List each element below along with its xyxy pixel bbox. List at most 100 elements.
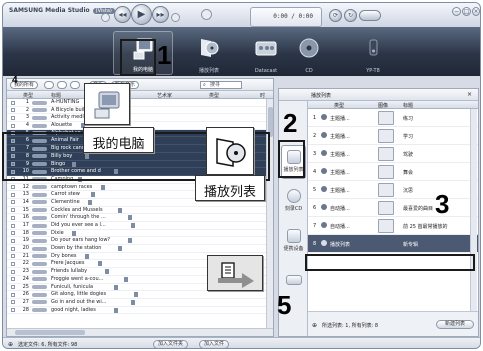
row-checkbox[interactable]: [11, 285, 15, 289]
track-tag-icon: [124, 276, 129, 282]
playlist-row[interactable]: 4 主题播... 舞会: [308, 163, 478, 181]
table-row[interactable]: 2 A Bicycle built: [7, 107, 266, 115]
repeat-icon[interactable]: ↻: [344, 9, 357, 22]
library-panel: 我的所有 音乐 所有音乐 搜寻 ⌕ 类型 标题 艺术家 类型 时 1 A-HUNT…: [6, 78, 274, 337]
table-row[interactable]: 16 Comin' through the ...: [7, 214, 266, 222]
row-number: 18: [22, 229, 29, 236]
column-header[interactable]: 图像: [378, 102, 388, 109]
column-header[interactable]: 类型: [23, 92, 33, 99]
add-folder-button[interactable]: 加入文件夹: [153, 340, 189, 348]
track-tag-icon: [130, 223, 135, 228]
table-row[interactable]: 3 Activity medl: [7, 114, 266, 123]
row-checkbox[interactable]: [11, 308, 15, 313]
row-checkbox[interactable]: [11, 185, 15, 190]
play-icon[interactable]: ▶: [131, 4, 152, 25]
playlist-row[interactable]: 3 主题播... 驾驶: [308, 145, 478, 163]
row-checkbox[interactable]: [11, 108, 15, 113]
row-checkbox[interactable]: [11, 300, 15, 305]
add-file-button[interactable]: 加入文件: [199, 340, 230, 348]
row-checkbox[interactable]: [11, 215, 15, 220]
track-tag-icon: [88, 199, 92, 205]
category-playlist[interactable]: 播放列表: [179, 31, 239, 75]
column-header[interactable]: 类型: [209, 92, 219, 99]
category-cd[interactable]: CD: [279, 31, 339, 75]
search-input[interactable]: 搜寻: [200, 81, 242, 89]
playlist-vertical-scrollbar[interactable]: [470, 109, 477, 311]
track-title: good night, ladies: [51, 306, 96, 313]
playlist-number: 3: [313, 151, 317, 157]
playlist-row[interactable]: 1 主题播... 练习: [308, 109, 478, 127]
minimize-icon[interactable]: −: [452, 7, 461, 16]
row-number: 3: [25, 114, 29, 121]
row-number: 22: [22, 260, 29, 267]
playlist-title: 前 25 首最常播放的: [403, 224, 448, 230]
row-checkbox[interactable]: [11, 115, 15, 120]
playlist-number: 5: [313, 187, 317, 193]
row-checkbox[interactable]: [11, 223, 15, 228]
tab-portable-device[interactable]: 便携设备: [281, 225, 306, 259]
table-row[interactable]: 18 Dixie: [7, 230, 266, 238]
table-row[interactable]: 20 Down by the station: [7, 245, 266, 253]
eq-toggle[interactable]: [359, 10, 381, 21]
table-row[interactable]: 17 Did you ever see a l...: [7, 222, 266, 230]
row-checkbox[interactable]: [11, 246, 15, 251]
album-art-thumbnail: [378, 219, 394, 233]
maximize-icon[interactable]: □: [462, 7, 471, 16]
row-checkbox[interactable]: [11, 269, 15, 274]
row-checkbox[interactable]: [11, 100, 15, 105]
row-checkbox[interactable]: [11, 231, 15, 236]
column-header[interactable]: 艺术家: [157, 92, 172, 99]
previous-icon[interactable]: ◂◂: [114, 6, 131, 23]
column-header[interactable]: 时: [260, 92, 265, 99]
format-badge: [32, 238, 47, 243]
volume-icon[interactable]: [201, 9, 212, 20]
track-tag-icon: [91, 192, 96, 198]
playlist-type-icon: [321, 168, 327, 174]
time-readout: 0:00 / 0:00: [273, 13, 313, 20]
next-icon[interactable]: ▸▸: [152, 6, 169, 23]
table-row[interactable]: 19 Do your ears hang low?: [7, 237, 266, 246]
row-checkbox[interactable]: [11, 254, 15, 259]
playlist-row[interactable]: 2 主题播... 学习: [308, 127, 478, 145]
table-row[interactable]: 27 Go in and out the wi...: [7, 299, 266, 307]
video-icon[interactable]: [57, 81, 67, 89]
row-checkbox[interactable]: [11, 200, 15, 205]
column-header[interactable]: 标题: [403, 102, 413, 109]
row-checkbox[interactable]: [11, 192, 15, 197]
table-row[interactable]: 15 Cockles and Mussels: [7, 207, 266, 215]
table-row[interactable]: 28 good night, ladies: [7, 307, 266, 315]
row-checkbox[interactable]: [11, 208, 15, 213]
column-header[interactable]: 标题: [51, 92, 61, 99]
track-tag-icon: [130, 299, 135, 305]
mini-button-right[interactable]: [171, 13, 180, 22]
playlist-row[interactable]: 6 自动播... 最喜爱的曲目: [308, 199, 478, 217]
row-number: 2: [25, 106, 29, 113]
playlist-row[interactable]: 8 播放列表 新专辑: [308, 235, 478, 253]
column-header[interactable]: 类型: [334, 102, 344, 109]
row-checkbox[interactable]: [11, 277, 15, 282]
playlist-row[interactable]: 5 主题播... 沉思: [308, 181, 478, 199]
scroll-thumb[interactable]: [15, 330, 85, 335]
category-device[interactable]: YP-T8: [343, 31, 403, 75]
album-art-thumbnail: [378, 111, 394, 125]
row-checkbox[interactable]: [11, 123, 15, 128]
my-computer-label-callout: 我的电脑: [83, 127, 154, 153]
tab-burn-cd[interactable]: 刻录CD: [281, 185, 306, 219]
row-checkbox[interactable]: [11, 292, 15, 297]
close-icon[interactable]: ×: [467, 91, 472, 98]
row-checkbox[interactable]: [11, 238, 15, 243]
close-icon[interactable]: ×: [472, 7, 480, 16]
mini-button-left[interactable]: [101, 13, 110, 22]
library-horizontal-scrollbar[interactable]: [7, 328, 273, 336]
table-row[interactable]: 26 Git along, little dogies: [7, 291, 266, 299]
playlist-type: 自动播...: [330, 224, 350, 230]
music-note-icon[interactable]: [44, 81, 54, 89]
table-row[interactable]: 1 A-HUNTING: [7, 99, 266, 107]
row-checkbox[interactable]: [11, 261, 15, 266]
shuffle-icon[interactable]: ⟳: [329, 9, 342, 22]
new-playlist-button[interactable]: 新建列表: [436, 320, 474, 329]
playlist-row[interactable]: 7 自动播... 前 25 首最常播放的: [308, 217, 478, 235]
photo-icon[interactable]: [70, 81, 80, 89]
track-tag-icon: [127, 215, 132, 221]
playlist-footer: ⊕ 所选列表: 1, 所有列表: 8 新建列表: [308, 311, 478, 336]
